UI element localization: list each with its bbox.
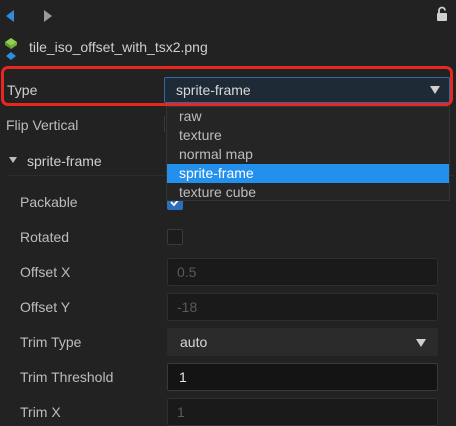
back-arrow-icon [6, 10, 14, 22]
rotated-label: Rotated [20, 229, 70, 245]
dropdown-option[interactable]: texture [167, 126, 449, 145]
back-button[interactable] [6, 8, 18, 24]
offset-y-label: Offset Y [20, 299, 71, 315]
dropdown-option[interactable]: raw [167, 107, 449, 126]
image-asset-icon [5, 38, 17, 60]
trim-threshold-input[interactable]: 1 [167, 363, 438, 391]
chevron-down-icon [416, 339, 426, 347]
trim-x-input[interactable]: 1 [167, 398, 438, 426]
offset-x-input[interactable]: 0.5 [167, 258, 438, 286]
trim-x-label: Trim X [20, 404, 61, 420]
forward-button[interactable] [44, 8, 56, 24]
type-highlight-box [1, 66, 453, 106]
rotated-checkbox[interactable] [167, 229, 183, 245]
caret-down-icon [9, 157, 17, 163]
forward-arrow-icon [44, 10, 52, 22]
packable-label: Packable [20, 194, 78, 210]
asset-filename: tile_iso_offset_with_tsx2.png [29, 39, 208, 55]
offset-x-label: Offset X [20, 264, 71, 280]
trim-type-value: auto [180, 334, 208, 350]
dropdown-option-selected[interactable]: sprite-frame [167, 164, 449, 183]
trim-type-label: Trim Type [20, 334, 82, 350]
offset-y-input[interactable]: -18 [167, 293, 438, 321]
trim-type-select[interactable]: auto [167, 328, 438, 356]
trim-threshold-label: Trim Threshold [20, 369, 114, 385]
flip-vertical-label: Flip Vertical [6, 117, 79, 133]
dropdown-option[interactable]: normal map [167, 145, 449, 164]
lock-button[interactable] [436, 6, 450, 22]
dropdown-option[interactable]: texture cube [167, 183, 449, 202]
section-title: sprite-frame [27, 153, 102, 169]
type-dropdown-menu: raw texture normal map sprite-frame text… [166, 106, 450, 201]
lock-icon [437, 6, 447, 21]
